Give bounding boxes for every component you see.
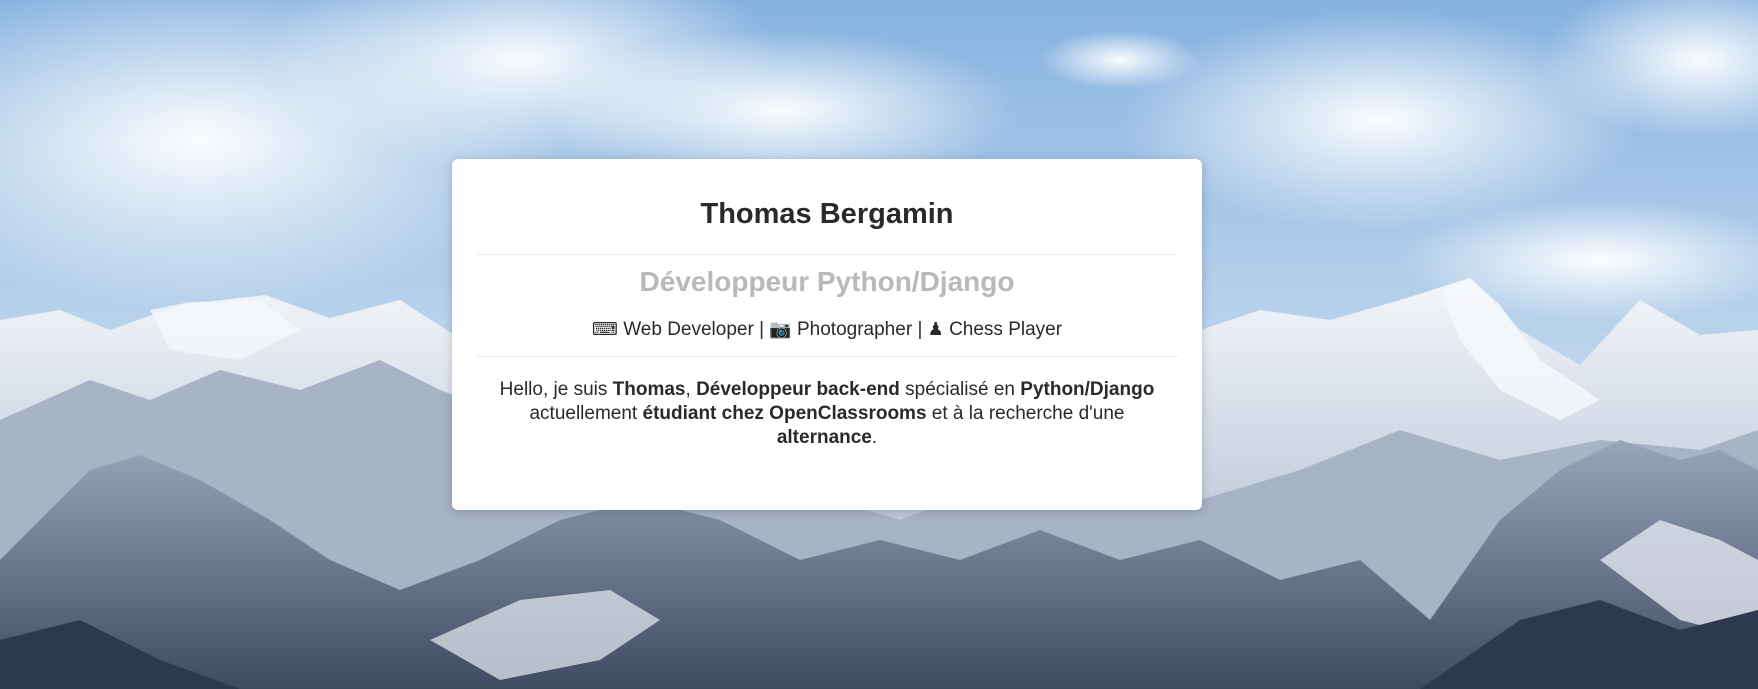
profile-tagline: ⌨ Web Developer | 📷 Photographer | ♟ Che… [476, 299, 1178, 356]
profile-bio: Hello, je suis Thomas, Développeur back-… [476, 357, 1178, 450]
bio-bold-alternance: alternance [776, 427, 872, 448]
bio-text: spécialisé en [899, 379, 1021, 400]
bio-text: et à la recherche d'une [926, 403, 1125, 424]
bio-bold-role: Développeur back-end [696, 379, 900, 400]
bio-bold-name: Thomas [612, 379, 686, 400]
bio-bold-stack: Python/Django [1020, 379, 1155, 400]
tagline-role-chess-player: Chess Player [949, 319, 1063, 340]
bio-text: , [685, 379, 697, 400]
camera-icon: 📷 [769, 319, 792, 340]
tagline-separator: | [917, 319, 923, 340]
bio-text: Hello, je suis [499, 379, 613, 400]
keyboard-icon: ⌨ [591, 319, 618, 340]
profile-name: Thomas Bergamin [700, 198, 954, 230]
bio-bold-school: étudiant chez OpenClassrooms [642, 403, 927, 424]
profile-card: Thomas Bergamin Développeur Python/Djang… [452, 159, 1202, 510]
chess-pawn-icon: ♟ [927, 319, 944, 340]
bio-text: actuellement [529, 403, 643, 424]
profile-subtitle: Développeur Python/Django [639, 266, 1015, 297]
tagline-role-photographer: Photographer [797, 319, 913, 340]
tagline-separator: | [759, 319, 765, 340]
tagline-role-web-developer: Web Developer [623, 319, 754, 340]
bio-text: . [871, 427, 878, 448]
